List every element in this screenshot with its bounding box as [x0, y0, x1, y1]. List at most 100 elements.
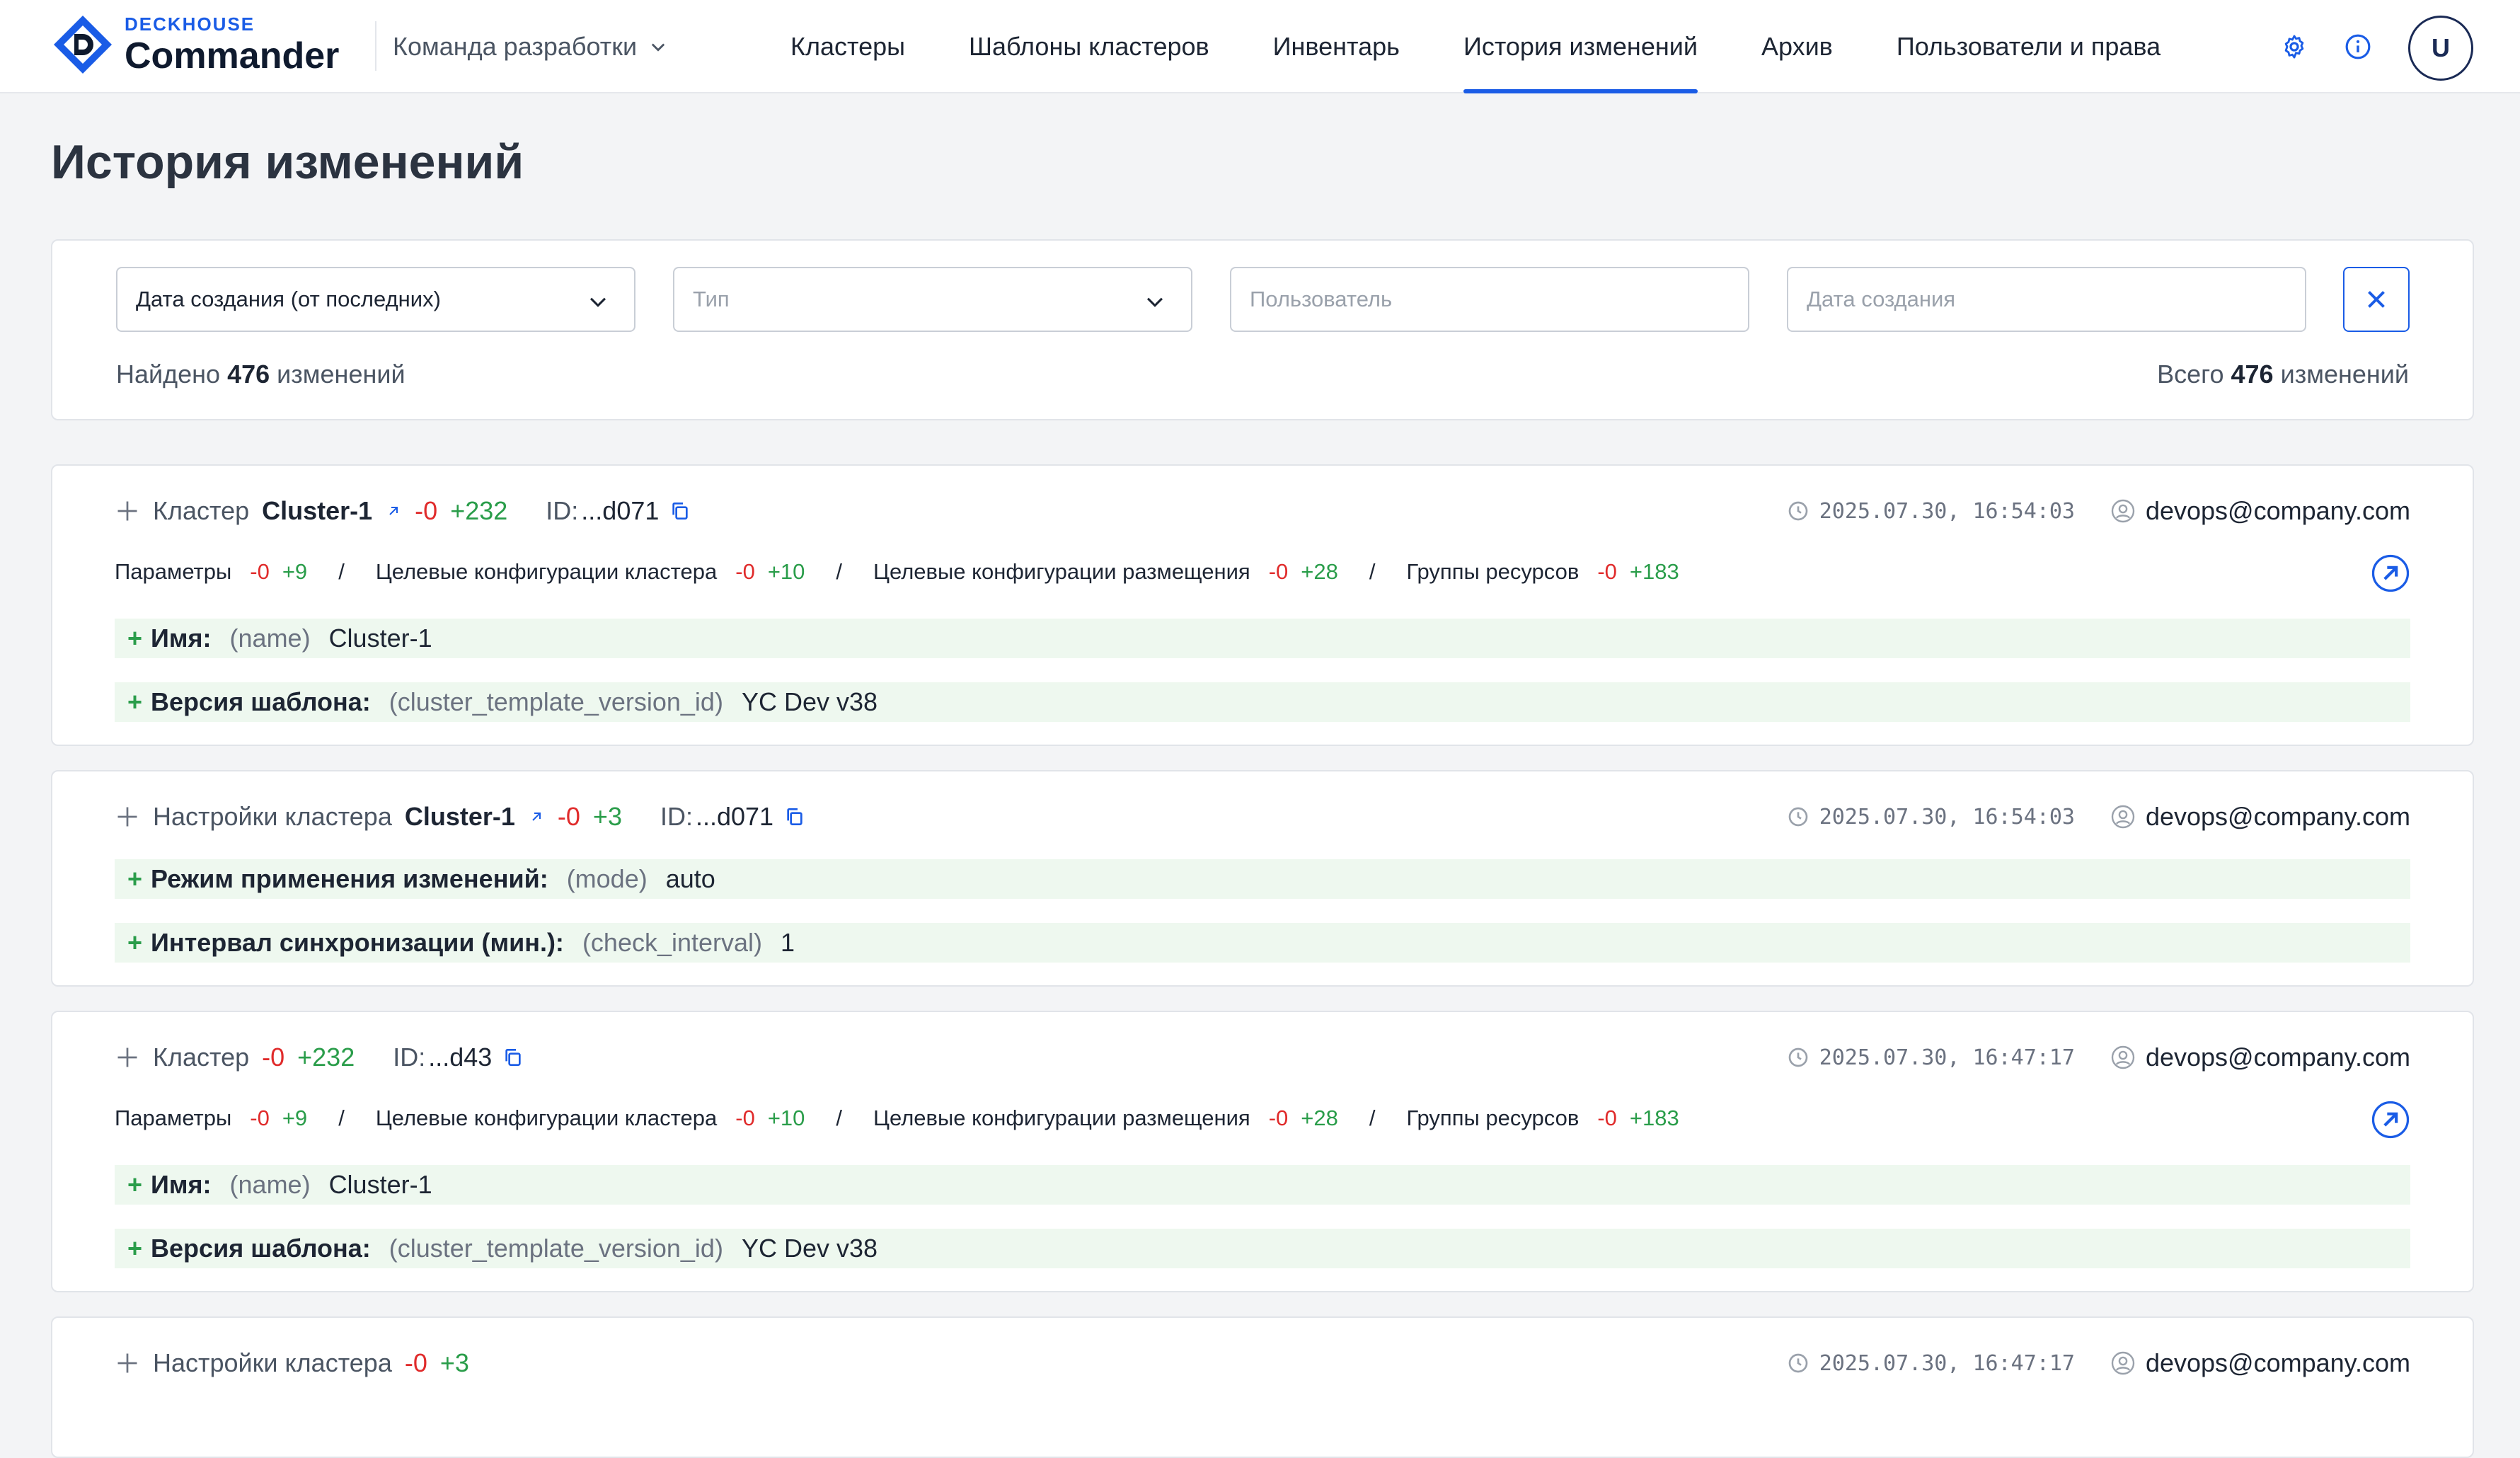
field-label: Интервал синхронизации (мин.): — [151, 928, 564, 957]
section-plus: +10 — [767, 559, 805, 584]
section-name[interactable]: Группы ресурсов — [1406, 559, 1579, 585]
date-filter-input[interactable]: Дата создания — [1787, 267, 2306, 332]
user-filter-placeholder: Пользователь — [1250, 287, 1393, 311]
user-icon — [2111, 1351, 2135, 1375]
user-filter-input[interactable]: Пользователь — [1230, 267, 1749, 332]
field-value: YC Dev v38 — [741, 687, 878, 716]
field-key: (name) — [229, 624, 311, 653]
field-value: Cluster-1 — [328, 624, 432, 653]
tab-clusters[interactable]: Кластеры — [790, 0, 905, 93]
entry-kind: Настройки кластера — [153, 1348, 392, 1377]
field-plus-sign: + — [127, 1234, 143, 1263]
entry-timestamp: 2025.07.30, 16:54:03 — [1819, 804, 2075, 830]
clock-icon — [1788, 1353, 1808, 1373]
section-name[interactable]: Целевые конфигурации размещения — [873, 1106, 1250, 1131]
entry-user: devops@company.com — [2145, 496, 2410, 525]
open-details-icon[interactable] — [2371, 553, 2410, 593]
entry-header: Кластер Cluster-1 -0 +232 ID: ...d071 — [115, 495, 691, 527]
field-key: (cluster_template_version_id) — [389, 1234, 723, 1263]
entry-id-label: ID: — [393, 1043, 426, 1072]
entry-minus: -0 — [404, 1348, 427, 1377]
user-avatar[interactable]: U — [2408, 16, 2473, 81]
entry-kind: Настройки кластера — [153, 802, 392, 831]
section-plus: +9 — [282, 1106, 308, 1130]
clear-filters-button[interactable] — [2343, 267, 2410, 332]
tab-users-permissions[interactable]: Пользователи и права — [1897, 0, 2161, 93]
entry-user: devops@company.com — [2145, 1043, 2410, 1072]
change-entry: Настройки кластера -0 +3 2025.07.30, 16:… — [51, 1316, 2474, 1458]
settings-button[interactable] — [2274, 27, 2314, 67]
section-name[interactable]: Параметры — [115, 1106, 231, 1131]
plus-icon — [117, 1353, 137, 1373]
sort-select[interactable]: Дата создания (от последних) — [116, 267, 635, 332]
field-key: (check_interval) — [582, 928, 763, 957]
clock-icon — [1788, 501, 1808, 521]
section-name[interactable]: Целевые конфигурации кластера — [376, 1106, 717, 1131]
filters-panel: Дата создания (от последних) Тип Пользов… — [51, 239, 2474, 420]
section-name[interactable]: Группы ресурсов — [1406, 1106, 1579, 1131]
close-icon — [2368, 291, 2385, 308]
entry-meta: 2025.07.30, 16:54:03 devops@company.com — [1787, 801, 2410, 832]
external-link-icon[interactable] — [385, 503, 402, 520]
total-count-text: Всего 476 изменений — [2157, 360, 2409, 389]
copy-icon[interactable] — [669, 500, 691, 522]
field-plus-sign: + — [127, 687, 143, 716]
chevron-down-icon — [589, 297, 606, 307]
section-minus: -0 — [1268, 559, 1289, 584]
section-separator: / — [338, 1106, 345, 1130]
section-minus: -0 — [1268, 1106, 1289, 1130]
total-count: 476 — [2231, 360, 2274, 389]
tab-change-history[interactable]: История изменений — [1463, 0, 1698, 93]
open-details-icon[interactable] — [2371, 1100, 2410, 1140]
section-name[interactable]: Параметры — [115, 559, 231, 585]
clock-icon — [1788, 1047, 1808, 1067]
header-divider — [375, 21, 376, 71]
entry-user: devops@company.com — [2145, 802, 2410, 831]
top-bar: DECKHOUSE Commander Команда разработки К… — [0, 0, 2520, 93]
type-select[interactable]: Тип — [673, 267, 1192, 332]
plus-icon — [117, 1047, 137, 1067]
main-nav: Кластеры Шаблоны кластеров Инвентарь Ист… — [790, 0, 2161, 93]
brand-logo[interactable]: DECKHOUSE Commander — [51, 13, 339, 76]
tab-cluster-templates[interactable]: Шаблоны кластеров — [969, 0, 1209, 93]
info-button[interactable] — [2338, 27, 2378, 67]
deckhouse-logo-icon — [54, 16, 112, 74]
entry-timestamp: 2025.07.30, 16:54:03 — [1819, 498, 2075, 524]
entry-id-value: ...d071 — [581, 496, 660, 525]
section-name[interactable]: Целевые конфигурации кластера — [376, 559, 717, 585]
section-separator: / — [836, 559, 843, 584]
entry-id-label: ID: — [546, 496, 579, 525]
entry-plus: +3 — [439, 1348, 469, 1377]
section-minus: -0 — [250, 559, 270, 584]
section-name[interactable]: Целевые конфигурации размещения — [873, 559, 1250, 585]
entry-plus: +232 — [297, 1043, 355, 1072]
tab-archive[interactable]: Архив — [1761, 0, 1833, 93]
entry-kind: Кластер — [153, 496, 250, 525]
clock-icon — [1788, 807, 1808, 827]
field-value: Cluster-1 — [328, 1170, 432, 1199]
field-plus-sign: + — [127, 864, 143, 893]
gear-icon — [2284, 35, 2304, 59]
section-plus: +183 — [1629, 559, 1679, 584]
entry-object: Cluster-1 — [404, 802, 515, 831]
copy-icon[interactable] — [502, 1046, 524, 1069]
field-plus-sign: + — [127, 928, 143, 957]
copy-icon[interactable] — [783, 805, 806, 828]
tab-inventory[interactable]: Инвентарь — [1273, 0, 1400, 93]
section-plus: +28 — [1301, 559, 1338, 584]
field-label: Версия шаблона: — [151, 687, 371, 716]
entry-minus: -0 — [415, 496, 438, 525]
entry-header: Настройки кластера Cluster-1 -0 +3 ID: .… — [115, 801, 806, 832]
entry-user: devops@company.com — [2145, 1348, 2410, 1377]
info-icon — [2345, 34, 2371, 59]
chevron-down-icon — [1146, 297, 1163, 307]
section-minus: -0 — [1597, 559, 1617, 584]
field-added: + Имя: (name) Cluster-1 — [115, 1165, 2410, 1205]
total-suffix: изменений — [2280, 360, 2409, 389]
external-link-icon[interactable] — [528, 808, 545, 825]
total-prefix: Всего — [2157, 360, 2224, 389]
brand-main-text: Commander — [125, 35, 340, 76]
user-icon — [2111, 1045, 2135, 1069]
section-separator: / — [1369, 559, 1376, 584]
team-selector[interactable]: Команда разработки — [393, 0, 668, 93]
